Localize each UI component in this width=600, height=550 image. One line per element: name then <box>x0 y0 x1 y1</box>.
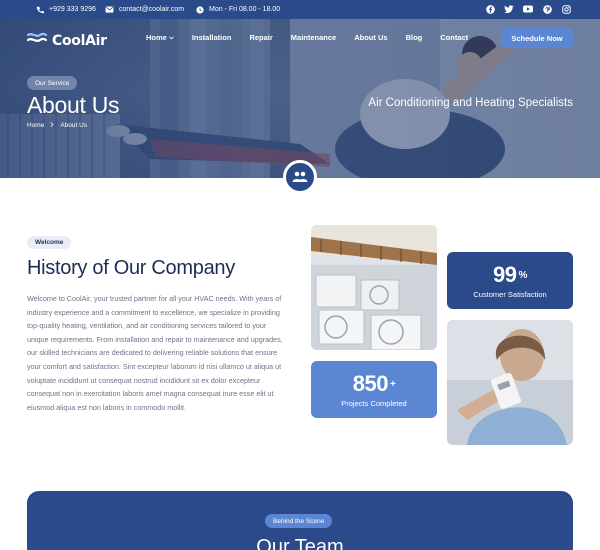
team-people-icon <box>283 160 317 194</box>
section-title: History of Our Company <box>27 257 235 279</box>
phone-icon <box>35 5 44 14</box>
stat-number: 850 <box>352 371 389 396</box>
top-info-bar: +929 333 9296 contact@coolair.com Mon - … <box>0 0 600 19</box>
welcome-badge: Welcome <box>27 236 72 249</box>
nav-item-repair[interactable]: Repair <box>249 33 272 42</box>
main-nav: Home Installation Repair Maintenance Abo… <box>146 33 486 42</box>
clock-icon <box>195 5 204 14</box>
hero-tagline: Air Conditioning and Heating Specialists <box>368 97 573 109</box>
social-links <box>485 4 571 14</box>
nav-label: About Us <box>354 33 388 42</box>
team-title: Our Team <box>256 536 344 550</box>
twitter-icon[interactable] <box>504 4 514 14</box>
schedule-now-button[interactable]: Schedule Now <box>501 28 573 48</box>
remote-control-photo <box>447 320 573 445</box>
breadcrumb: Home About Us <box>27 122 87 129</box>
stat-label: Projects Completed <box>341 399 407 408</box>
nav-label: Repair <box>249 33 273 42</box>
nav-label: Installation <box>191 33 232 42</box>
team-badge: Behind the Scene <box>265 514 333 528</box>
about-paragraph: Welcome to CoolAir, your trusted partner… <box>27 294 283 412</box>
nav-item-about-us[interactable]: About Us <box>354 33 387 42</box>
instagram-icon[interactable] <box>561 4 571 14</box>
hours-info: Mon - Fri 08.00 - 18.00 <box>195 5 280 14</box>
mail-icon <box>105 5 114 14</box>
pinterest-icon[interactable] <box>542 4 552 14</box>
service-badge: Our Service <box>27 76 78 90</box>
youtube-icon[interactable] <box>523 4 533 14</box>
nav-label: Contact <box>440 33 469 42</box>
nav-item-contact[interactable]: Contact <box>440 33 468 42</box>
nav-item-maintenance[interactable]: Maintenance <box>291 33 336 42</box>
stat-suffix: % <box>518 270 528 281</box>
brand-logo[interactable]: CoolAir <box>26 31 107 50</box>
stat-number: 99 <box>493 262 517 287</box>
hero-banner: CoolAir Home Installation Repair Mainten… <box>0 19 600 178</box>
email-text: contact@coolair.com <box>119 6 185 13</box>
facebook-icon[interactable] <box>485 4 495 14</box>
stat-card-satisfaction: 99% Customer Satisfaction <box>447 252 573 309</box>
nav-label: Maintenance <box>290 33 337 42</box>
nav-label: Home <box>146 33 167 42</box>
phone-info[interactable]: +929 333 9296 <box>35 5 96 14</box>
phone-text: +929 333 9296 <box>49 6 96 13</box>
nav-item-home[interactable]: Home <box>146 33 174 42</box>
stat-card-projects: 850 + Projects Completed <box>311 361 437 418</box>
stat-label: Customer Satisfaction <box>473 290 547 299</box>
chevron-down-icon <box>168 33 174 42</box>
page-title: About Us <box>27 92 120 118</box>
stat-value: 99% <box>493 262 527 288</box>
hours-text: Mon - Fri 08.00 - 18.00 <box>209 6 281 13</box>
email-info[interactable]: contact@coolair.com <box>105 5 184 14</box>
breadcrumb-current: About Us <box>60 122 88 129</box>
ac-units-photo <box>311 225 437 350</box>
chevron-right-icon <box>50 122 54 129</box>
brand-name: CoolAir <box>52 32 107 49</box>
breadcrumb-home[interactable]: Home <box>27 122 44 129</box>
snowflake-wave-icon <box>26 31 48 50</box>
stat-suffix: + <box>389 379 396 390</box>
nav-label: Blog <box>405 33 423 42</box>
nav-item-blog[interactable]: Blog <box>406 33 423 42</box>
stat-value: 850 + <box>353 371 396 397</box>
nav-item-installation[interactable]: Installation <box>192 33 232 42</box>
